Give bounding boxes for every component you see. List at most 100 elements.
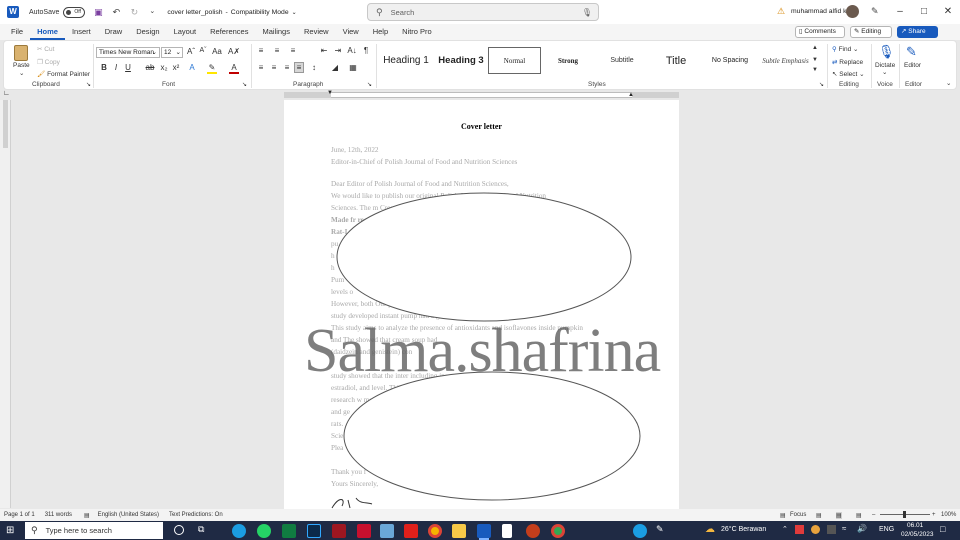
tab-selector-icon[interactable]: ∟ <box>3 90 10 97</box>
comments-button[interactable]: ▯ Comments <box>795 26 845 38</box>
zoom-out-icon[interactable]: – <box>872 512 875 518</box>
increase-indent-icon[interactable]: ⇥ <box>333 46 343 55</box>
strikethrough-icon[interactable]: ab <box>145 63 155 72</box>
sort-icon[interactable]: A↓ <box>347 46 357 55</box>
decrease-indent-icon[interactable]: ⇤ <box>319 46 329 55</box>
clear-formatting-icon[interactable]: A✗ <box>228 47 240 56</box>
powerpoint-icon[interactable] <box>526 524 540 538</box>
warning-icon[interactable]: ⚠ <box>777 6 785 17</box>
chrome-icon-2[interactable] <box>551 524 565 538</box>
whatsapp-icon[interactable] <box>257 524 271 538</box>
save-icon[interactable]: ▣ <box>93 7 103 17</box>
help-icon[interactable] <box>633 524 647 538</box>
tab-review[interactable]: Review <box>297 24 336 40</box>
word-count[interactable]: 311 words <box>45 512 72 518</box>
share-button[interactable]: ↗ Share <box>897 26 938 38</box>
weather-icon[interactable]: ☁ <box>705 524 715 535</box>
proofing-icon[interactable]: ▤ <box>84 512 90 519</box>
word-taskbar-icon[interactable] <box>477 524 491 538</box>
input-language[interactable]: ENG <box>879 526 894 533</box>
find-button[interactable]: ⚲ Find ⌄ <box>832 45 859 53</box>
clock-date[interactable]: 02/05/2023 <box>901 531 934 538</box>
font-launcher-icon[interactable]: ↘ <box>242 81 247 88</box>
right-indent-marker-icon[interactable]: ▲ <box>628 92 634 98</box>
page-count[interactable]: Page 1 of 1 <box>4 512 35 518</box>
search-box[interactable]: ⚲ Search 🎙 <box>367 3 599 21</box>
replace-button[interactable]: ⇄ Replace <box>832 58 863 66</box>
close-icon[interactable]: ✕ <box>941 5 955 19</box>
horizontal-ruler[interactable]: ▼ ▲ ∟ <box>0 90 960 100</box>
weather-text[interactable]: 26°C Berawan <box>721 526 766 533</box>
tab-design[interactable]: Design <box>129 24 166 40</box>
style-no-spacing[interactable]: No Spacing <box>703 47 757 74</box>
tab-nitro-pro[interactable]: Nitro Pro <box>395 24 439 40</box>
language[interactable]: English (United States) <box>98 512 159 518</box>
paste-button[interactable]: Paste <box>13 62 30 69</box>
wifi-icon[interactable]: ≈ <box>842 524 846 533</box>
style-subtitle[interactable]: Subtitle <box>595 47 649 74</box>
editing-mode-button[interactable]: ✎ Editing <box>850 26 892 38</box>
minimize-icon[interactable]: – <box>893 5 907 19</box>
format-painter-button[interactable]: 🖌 Format Painter <box>37 70 90 78</box>
cut-button[interactable]: ✂ Cut <box>37 45 54 53</box>
sketch-app-icon[interactable] <box>380 524 394 538</box>
pen-icon[interactable]: ✎ <box>871 6 879 17</box>
highlight-icon[interactable]: ✎ <box>207 63 217 74</box>
styles-more-icon[interactable]: ▼ <box>812 67 818 73</box>
tab-file[interactable]: File <box>0 24 30 40</box>
tray-app-2-icon[interactable] <box>827 525 836 534</box>
font-family-select[interactable]: Times New Roman ⌄ <box>96 47 160 58</box>
read-mode-icon[interactable]: ▤ <box>816 512 822 519</box>
tab-help[interactable]: Help <box>366 24 395 40</box>
style-heading-3[interactable]: Heading 3 <box>434 47 488 74</box>
app-icon[interactable] <box>357 524 371 538</box>
paste-icon[interactable] <box>14 45 28 61</box>
volume-icon[interactable]: 🔊 <box>857 524 867 533</box>
tray-app-icon[interactable] <box>811 525 820 534</box>
microphone-icon[interactable]: 🎙 <box>878 44 895 60</box>
styles-launcher-icon[interactable]: ↘ <box>819 81 824 88</box>
edge-icon[interactable] <box>232 524 246 538</box>
multilevel-list-icon[interactable]: ≡ <box>288 46 298 55</box>
bullets-icon[interactable]: ≡ <box>256 46 266 55</box>
acrobat-icon[interactable] <box>404 524 418 538</box>
style-heading-1[interactable]: Heading 1 <box>378 47 434 74</box>
styles-scroll-down-icon[interactable]: ▼ <box>812 57 818 63</box>
borders-icon[interactable]: ▦ <box>348 63 358 72</box>
style-strong[interactable]: Strong <box>541 47 595 74</box>
print-layout-icon[interactable]: ▤ <box>836 511 842 519</box>
justify-icon[interactable]: ≡ <box>294 62 304 73</box>
change-case-icon[interactable]: Aa <box>212 47 222 56</box>
font-color-icon[interactable]: A <box>229 63 239 74</box>
numbering-icon[interactable]: ≡ <box>272 46 282 55</box>
task-view-icon[interactable]: ⧉ <box>198 524 204 535</box>
text-predictions[interactable]: Text Predictions: On <box>169 512 223 518</box>
tab-view[interactable]: View <box>336 24 366 40</box>
undo-icon[interactable]: ↶ <box>111 7 121 17</box>
microphone-icon[interactable]: 🎙 <box>582 8 592 17</box>
chrome-icon[interactable] <box>428 524 442 538</box>
line-spacing-icon[interactable]: ↕ <box>309 63 319 72</box>
redo-icon[interactable]: ↻ <box>129 7 139 17</box>
notification-icon[interactable]: □ <box>940 524 945 534</box>
style-normal[interactable]: Normal <box>488 47 541 74</box>
mendeley-icon[interactable] <box>332 524 346 538</box>
tab-insert[interactable]: Insert <box>65 24 98 40</box>
indent-marker-icon[interactable]: ▼ <box>327 90 333 96</box>
styles-scroll-up-icon[interactable]: ▲ <box>812 45 818 51</box>
user-name[interactable]: muhammad alfid k <box>791 8 847 15</box>
underline-icon[interactable]: U <box>123 63 133 72</box>
editor-button[interactable]: Editor <box>904 62 921 69</box>
windows-start-icon[interactable]: ⊞ <box>6 525 17 536</box>
excel-icon[interactable] <box>282 524 296 538</box>
clipboard-launcher-icon[interactable]: ↘ <box>86 81 91 88</box>
zoom-in-icon[interactable]: + <box>932 512 936 518</box>
shrink-font-icon[interactable]: Aˇ <box>198 47 208 54</box>
show-formatting-icon[interactable]: ¶ <box>361 46 371 55</box>
tray-chevron-icon[interactable]: ⌃ <box>782 525 788 533</box>
web-layout-icon[interactable]: ▤ <box>856 512 862 519</box>
font-size-select[interactable]: 12 ⌄ <box>161 47 183 58</box>
collapse-ribbon-icon[interactable]: ⌄ <box>946 79 951 87</box>
align-left-icon[interactable]: ≡ <box>256 63 266 72</box>
file-explorer-icon[interactable] <box>452 524 466 538</box>
